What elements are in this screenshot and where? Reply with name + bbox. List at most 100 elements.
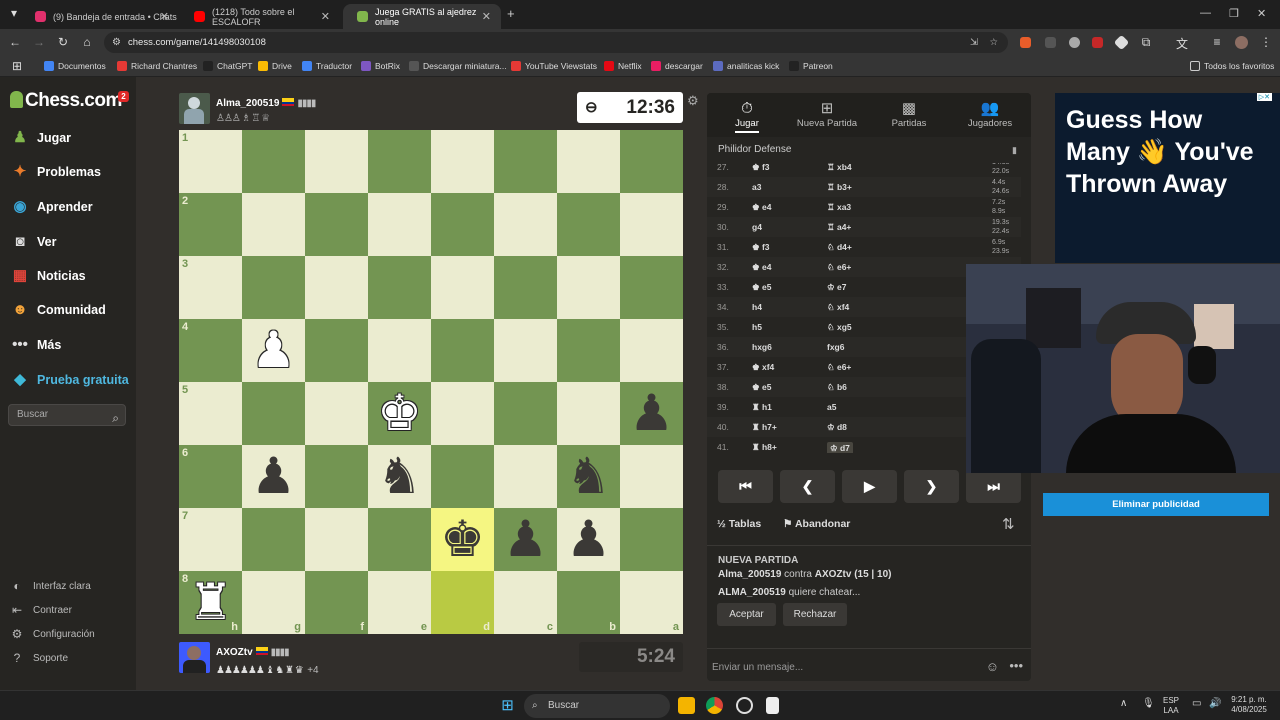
forward-icon[interactable]: → <box>31 35 47 49</box>
square-c4[interactable] <box>494 319 557 382</box>
square-e1[interactable] <box>368 130 431 193</box>
white-move[interactable]: ♚ e5 <box>752 382 771 393</box>
reject-chat-button[interactable]: Rechazar <box>783 603 847 626</box>
square-d4[interactable] <box>431 319 494 382</box>
maximize-icon[interactable]: ❐ <box>1229 7 1239 20</box>
square-g6[interactable]: ♟ <box>242 445 305 508</box>
square-e3[interactable] <box>368 256 431 319</box>
translate-icon[interactable]: 文 <box>1174 35 1190 52</box>
extension-icon[interactable] <box>1069 37 1080 48</box>
sidebar-item-ver[interactable]: ◙ Ver <box>10 231 56 253</box>
file-explorer-icon[interactable] <box>678 697 695 714</box>
browser-tab[interactable]: (1218) Todo sobre el ESCALOFR ✕ <box>180 4 340 29</box>
trash-icon[interactable]: ▮ <box>1012 145 1017 156</box>
bookmark-item[interactable]: descargar <box>651 61 703 71</box>
square-h3[interactable]: 3 <box>179 256 242 319</box>
next-move-button[interactable]: ❯ <box>904 470 959 503</box>
square-h2[interactable]: 2 <box>179 193 242 256</box>
square-f4[interactable] <box>305 319 368 382</box>
resign-button[interactable]: ⚑ Abandonar <box>783 518 850 530</box>
square-b2[interactable] <box>557 193 620 256</box>
sidebar-search-input[interactable]: Buscar ⌕ <box>8 404 126 426</box>
play-button[interactable]: ▶ <box>842 470 897 503</box>
square-a7[interactable] <box>620 508 683 571</box>
home-icon[interactable]: ⌂ <box>79 35 95 49</box>
network-icon[interactable]: ▭ <box>1192 699 1201 709</box>
close-tab-icon[interactable]: ✕ <box>482 10 491 23</box>
square-e6[interactable]: ♞ <box>368 445 431 508</box>
square-a8[interactable]: a <box>620 571 683 634</box>
square-e4[interactable] <box>368 319 431 382</box>
square-g4[interactable]: ♟ <box>242 319 305 382</box>
square-b8[interactable]: b <box>557 571 620 634</box>
language-indicator[interactable]: ESP LAA <box>1163 696 1179 716</box>
square-b7[interactable]: ♟ <box>557 508 620 571</box>
opponent-avatar[interactable] <box>179 93 210 124</box>
black-piece-c7[interactable]: ♟ <box>494 508 557 571</box>
white-move[interactable]: ♚ f3 <box>752 163 770 173</box>
all-bookmarks-link[interactable]: Todos los favoritos <box>1190 61 1274 71</box>
square-c5[interactable] <box>494 382 557 445</box>
advertisement[interactable]: ▷✕ Guess How Many 👋 You've Thrown Away <box>1055 93 1280 263</box>
white-move[interactable]: hxg6 <box>752 342 772 352</box>
square-c3[interactable] <box>494 256 557 319</box>
square-f6[interactable] <box>305 445 368 508</box>
square-d6[interactable] <box>431 445 494 508</box>
square-c6[interactable] <box>494 445 557 508</box>
tab-partidas[interactable]: ▩ Partidas <box>877 99 941 129</box>
square-f8[interactable]: f <box>305 571 368 634</box>
new-tab-button[interactable]: + <box>507 6 515 21</box>
windows-start-icon[interactable]: ⊞ <box>499 697 516 714</box>
square-h4[interactable]: 4 <box>179 319 242 382</box>
square-a3[interactable] <box>620 256 683 319</box>
microphone-icon[interactable]: 🎙 <box>1142 699 1155 709</box>
taskbar-search[interactable]: ⌕ Buscar <box>524 694 670 718</box>
square-h7[interactable]: 7 <box>179 508 242 571</box>
square-b6[interactable]: ♞ <box>557 445 620 508</box>
black-move[interactable]: ♘ b6 <box>827 382 847 393</box>
white-move[interactable]: ♚ e4 <box>752 202 771 213</box>
tab-nueva-partida[interactable]: ⊞ Nueva Partida <box>792 99 862 129</box>
extension-icon[interactable] <box>1092 37 1103 48</box>
bookmark-item[interactable]: Drive <box>258 61 292 71</box>
black-move[interactable]: ♘ e6+ <box>827 262 851 273</box>
white-move[interactable]: ♚ xf4 <box>752 362 774 373</box>
white-move[interactable]: h5 <box>752 322 762 332</box>
square-b5[interactable] <box>557 382 620 445</box>
black-piece-b6[interactable]: ♞ <box>557 445 620 508</box>
bookmark-item[interactable]: Richard Chantres <box>117 61 197 71</box>
black-move[interactable]: a5 <box>827 402 836 412</box>
last-move-button[interactable]: ⏭ <box>966 470 1021 503</box>
sidebar-bottom-3[interactable]: ? Soporte <box>10 651 68 665</box>
chat-message-input[interactable]: Enviar un mensaje... ☺ ••• <box>707 648 1031 681</box>
square-d8[interactable]: d <box>431 571 494 634</box>
square-d5[interactable] <box>431 382 494 445</box>
tab-search-icon[interactable]: ▾ <box>6 6 22 20</box>
black-move[interactable]: ♘ d4+ <box>827 242 852 253</box>
browser-tab[interactable]: Juega GRATIS al ajedrez online ✕ <box>343 4 501 29</box>
tray-chevron-icon[interactable]: ∧ <box>1120 699 1127 709</box>
white-piece-h8[interactable]: ♜ <box>179 571 242 634</box>
square-c2[interactable] <box>494 193 557 256</box>
black-move[interactable]: fxg6 <box>827 342 844 352</box>
extension-icon[interactable] <box>1020 37 1031 48</box>
square-e8[interactable]: e <box>368 571 431 634</box>
install-icon[interactable]: ⇲ <box>970 32 978 53</box>
square-f3[interactable] <box>305 256 368 319</box>
square-c1[interactable] <box>494 130 557 193</box>
square-f5[interactable] <box>305 382 368 445</box>
white-piece-e5[interactable]: ♚ <box>368 382 431 445</box>
white-move[interactable]: a3 <box>752 182 761 192</box>
flip-board-icon[interactable]: ⇅ <box>1002 515 1015 533</box>
chess-board[interactable]: 1 2 3 4 ♟ 5 ♚ ♟ 6 ♟ ♞ ♞ 7 ♚ ♟ ♟ 8 h ♜ g f e d c b a <box>179 130 683 634</box>
player-name[interactable]: AXOZtv <box>216 647 253 658</box>
square-e5[interactable]: ♚ <box>368 382 431 445</box>
bookmark-star-icon[interactable]: ☆ <box>989 32 998 53</box>
extension-icon[interactable] <box>1113 34 1130 51</box>
obs-icon[interactable] <box>736 697 753 714</box>
square-g7[interactable] <box>242 508 305 571</box>
white-move[interactable]: ♜ h8+ <box>752 442 777 453</box>
profile-avatar[interactable] <box>1235 36 1248 49</box>
remove-ads-button[interactable]: Eliminar publicidad <box>1043 493 1269 516</box>
tab-jugadores[interactable]: 👥 Jugadores <box>957 99 1023 129</box>
